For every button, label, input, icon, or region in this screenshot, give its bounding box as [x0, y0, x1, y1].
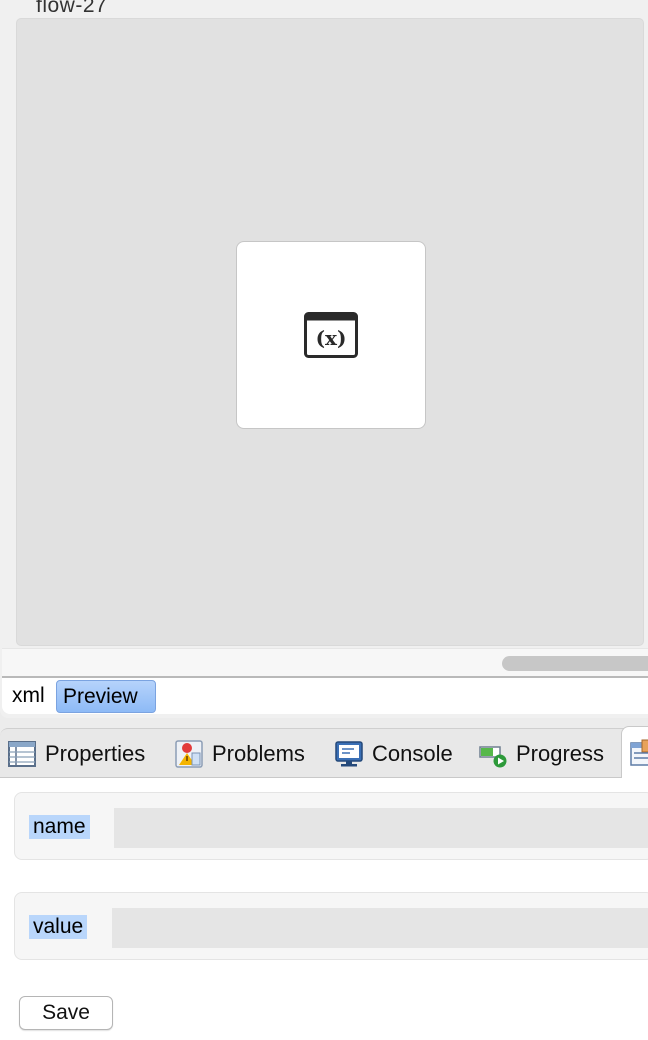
properties-form-icon — [630, 739, 648, 766]
tab-console[interactable]: Console — [334, 729, 453, 779]
flow-editor: flow-27 (x) xml Preview — [0, 0, 648, 718]
properties-panel: name value Save — [0, 778, 648, 1040]
problems-icon — [175, 740, 203, 768]
horizontal-scrollbar[interactable] — [2, 648, 648, 676]
name-field-row: name — [14, 792, 648, 860]
views-tab-bar: Properties Problems Console Progress — [0, 726, 648, 779]
tab-problems[interactable]: Problems — [174, 729, 305, 779]
tab-properties-form[interactable] — [621, 726, 648, 779]
name-input[interactable] — [114, 808, 648, 848]
scrollbar-thumb[interactable] — [502, 656, 648, 671]
flow-node[interactable]: (x) — [236, 241, 426, 429]
tab-problems-label: Problems — [212, 741, 305, 766]
tab-xml[interactable]: xml — [8, 680, 49, 714]
diagram-canvas[interactable]: (x) — [16, 18, 644, 646]
name-label: name — [29, 815, 90, 839]
save-button[interactable]: Save — [19, 996, 113, 1030]
properties-table-icon — [8, 741, 36, 767]
value-label: value — [29, 915, 88, 939]
progress-icon — [479, 746, 507, 768]
editor-tab-bar: xml Preview — [2, 676, 648, 714]
tab-properties-label: Properties — [45, 741, 146, 766]
tab-properties[interactable]: Properties — [7, 729, 145, 779]
editor-title: flow-27 — [36, 0, 108, 17]
tab-console-label: Console — [372, 741, 453, 766]
console-monitor-icon — [335, 741, 363, 767]
value-field-row: value — [14, 892, 648, 960]
tab-progress[interactable]: Progress — [478, 729, 604, 779]
svg-text:(x): (x) — [316, 326, 347, 350]
value-input[interactable] — [112, 908, 648, 948]
tab-preview[interactable]: Preview — [56, 680, 156, 713]
variable-x-icon: (x) — [304, 312, 358, 358]
tab-progress-label: Progress — [516, 741, 605, 766]
